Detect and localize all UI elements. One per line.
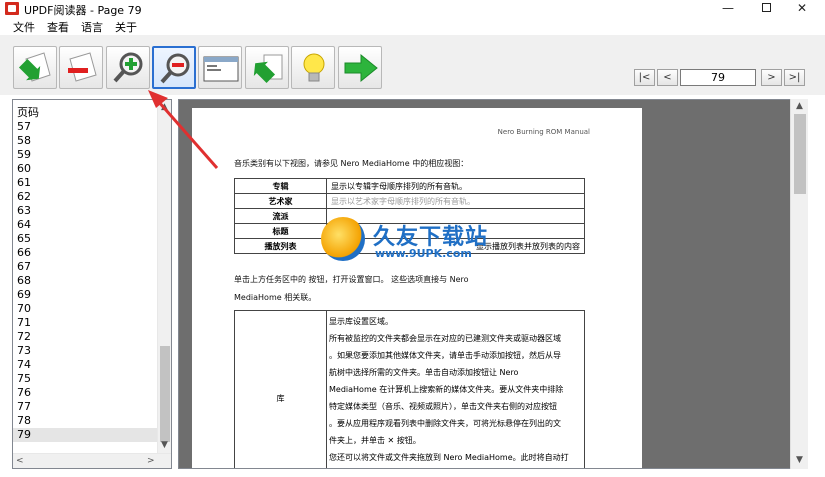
- red-arrow-head-icon: [148, 90, 168, 108]
- red-arrow-line: [156, 100, 219, 169]
- annotation-arrow-overlay: [148, 90, 219, 169]
